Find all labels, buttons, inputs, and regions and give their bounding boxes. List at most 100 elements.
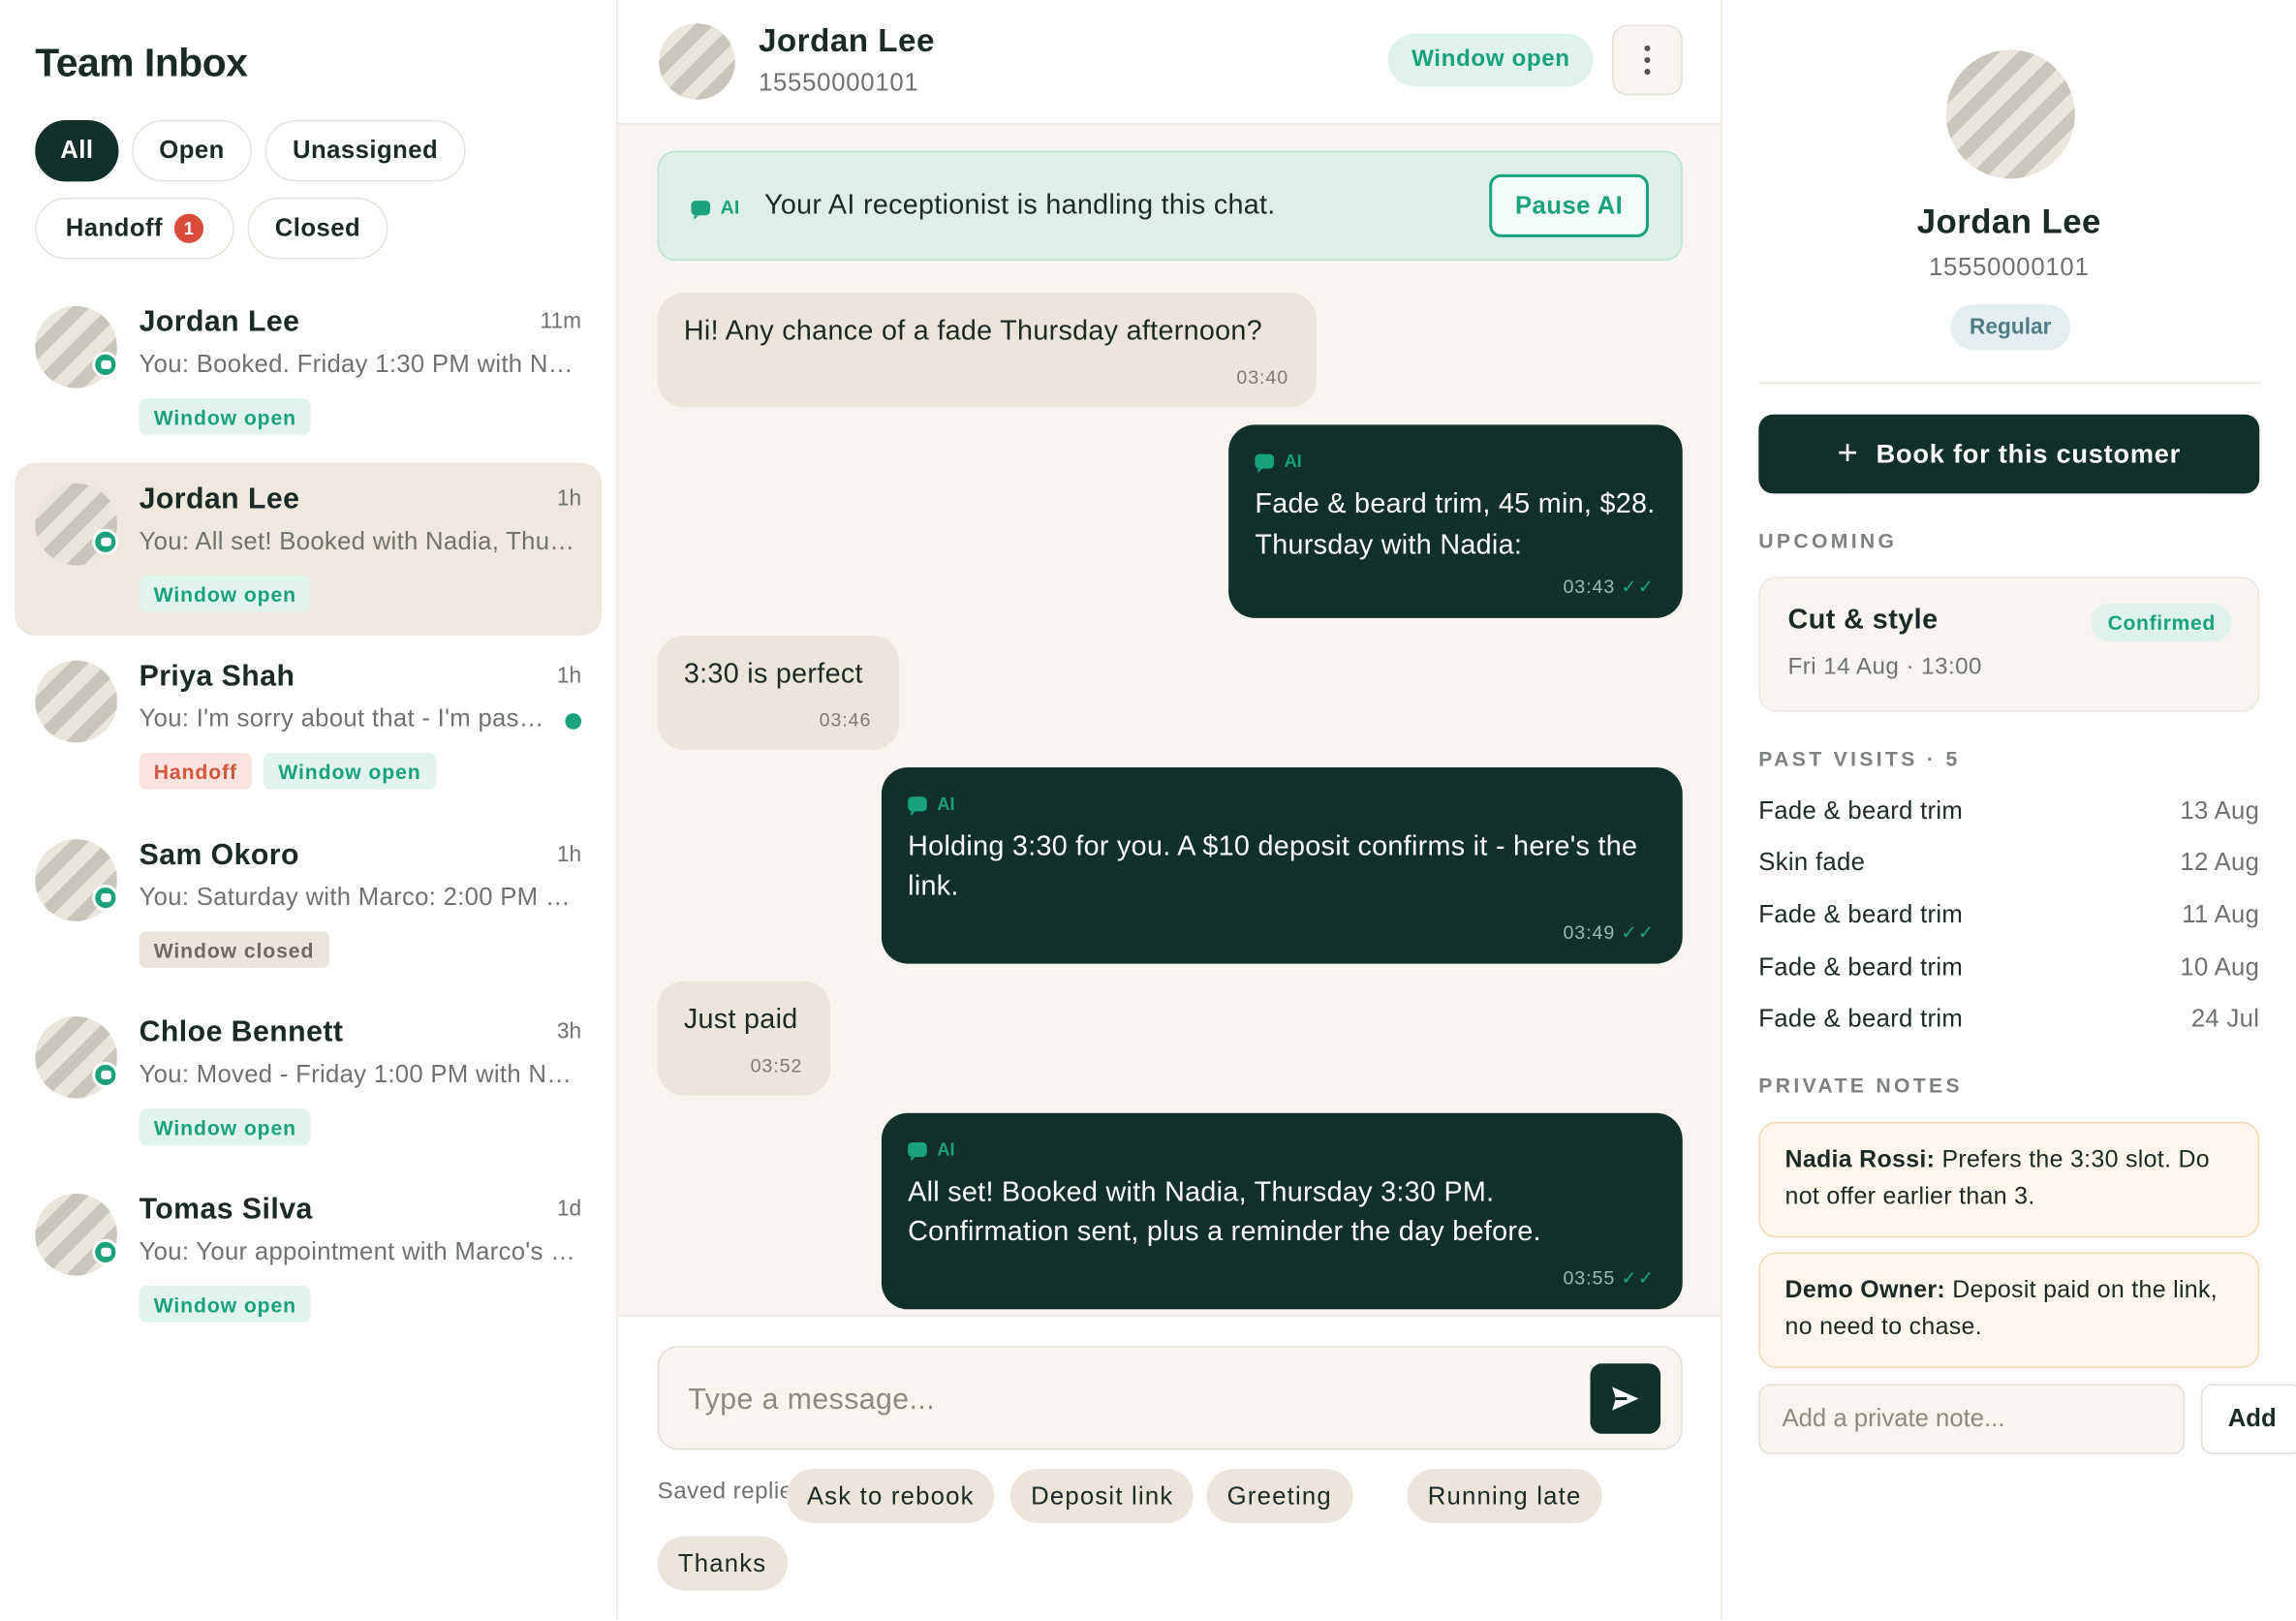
pause-ai-button[interactable]: Pause AI bbox=[1489, 173, 1649, 237]
message-incoming: Hi! Any chance of a fade Thursday aftern… bbox=[657, 293, 1317, 408]
filter-open[interactable]: Open bbox=[132, 119, 252, 182]
avatar bbox=[35, 660, 117, 743]
past-visit-row: Fade & beard trim 24 Jul bbox=[1758, 1004, 2260, 1033]
message-input[interactable] bbox=[685, 1373, 1570, 1427]
conversation-time: 3h bbox=[556, 1019, 582, 1044]
message-time: 03:46 bbox=[819, 708, 872, 732]
whatsapp-icon bbox=[92, 351, 119, 378]
private-notes-label: PRIVATE NOTES bbox=[1758, 1073, 1963, 1098]
unread-dot-icon bbox=[565, 713, 582, 730]
chat-bubble-icon bbox=[908, 1141, 927, 1162]
chat-panel: Jordan Lee 15550000101 Window open AI Yo… bbox=[617, 0, 1722, 1621]
chat-contact-name: Jordan Lee bbox=[758, 21, 935, 59]
note-author: Nadia Rossi: bbox=[1784, 1146, 1936, 1173]
ai-tag: AI bbox=[1284, 451, 1302, 472]
private-note: Demo Owner: Deposit paid on the link, no… bbox=[1758, 1252, 2260, 1368]
conversation-item[interactable]: Priya Shah 1h You: I'm sorry about that … bbox=[15, 640, 602, 813]
conversation-item[interactable]: Chloe Bennett 3h You: Moved - Friday 1:0… bbox=[15, 996, 602, 1169]
saved-reply-chip[interactable]: Greeting bbox=[1206, 1469, 1353, 1523]
plus-icon: + bbox=[1837, 433, 1859, 474]
chat-header: Jordan Lee 15550000101 Window open bbox=[617, 0, 1722, 125]
window-status-tag: Window open bbox=[139, 576, 312, 612]
conversation-item[interactable]: Sam Okoro 1h You: Saturday with Marco: 2… bbox=[15, 819, 602, 991]
add-note-button[interactable]: Add bbox=[2200, 1384, 2296, 1454]
window-status-tag: Window open bbox=[139, 1108, 312, 1145]
profile-phone: 15550000101 bbox=[1928, 253, 2090, 282]
conversation-name: Jordan Lee bbox=[139, 305, 300, 339]
private-note-input[interactable] bbox=[1758, 1384, 2186, 1454]
conversation-name: Jordan Lee bbox=[139, 483, 300, 516]
conversation-preview: You: I'm sorry about that - I'm passing … bbox=[139, 704, 549, 733]
filter-unassigned[interactable]: Unassigned bbox=[264, 119, 466, 182]
whatsapp-icon bbox=[92, 1061, 119, 1089]
saved-reply-chip[interactable]: Thanks bbox=[657, 1536, 788, 1591]
read-receipt-icon: ✓✓ bbox=[1621, 1266, 1655, 1290]
ai-receptionist-banner: AI Your AI receptionist is handling this… bbox=[657, 150, 1683, 262]
past-visit-row: Fade & beard trim 13 Aug bbox=[1758, 796, 2260, 825]
past-visits-label: PAST VISITS · 5 bbox=[1758, 746, 1961, 771]
message-text: 3:30 is perfect bbox=[683, 659, 863, 690]
whatsapp-icon bbox=[92, 528, 119, 555]
conversation-item-selected[interactable]: Jordan Lee 1h You: All set! Booked with … bbox=[15, 462, 603, 636]
customer-segment-badge: Regular bbox=[1950, 304, 2071, 351]
message-text: Just paid bbox=[683, 1004, 798, 1036]
window-status-tag: Window closed bbox=[139, 931, 329, 969]
message-incoming: 3:30 is perfect 03:46 bbox=[657, 635, 900, 750]
filter-all[interactable]: All bbox=[35, 119, 119, 182]
message-text: All set! Booked with Nadia, Thursday 3:3… bbox=[908, 1177, 1541, 1248]
conversation-name: Priya Shah bbox=[139, 660, 295, 693]
message-time: 03:40 bbox=[1236, 365, 1289, 389]
message-text: Holding 3:30 for you. A $10 deposit conf… bbox=[908, 831, 1638, 903]
conversation-time: 1h bbox=[556, 663, 582, 689]
book-for-customer-button[interactable]: + Book for this customer bbox=[1758, 414, 2260, 494]
handoff-count-badge: 1 bbox=[174, 213, 204, 243]
inbox-sidebar: Team Inbox All Open Unassigned Handoff 1… bbox=[0, 0, 618, 1620]
avatar bbox=[659, 23, 735, 100]
chat-bubble-icon bbox=[908, 796, 927, 816]
past-visit-row: Skin fade 12 Aug bbox=[1758, 848, 2260, 876]
ai-tag: AI bbox=[720, 196, 740, 219]
divider bbox=[1758, 382, 2261, 385]
whatsapp-icon bbox=[92, 884, 119, 912]
message-time: 03:49 bbox=[1563, 920, 1616, 944]
note-author: Demo Owner: bbox=[1784, 1277, 1945, 1304]
appointment-service: Cut & style bbox=[1787, 605, 1939, 636]
status-badge: Confirmed bbox=[2092, 603, 2232, 642]
conversation-preview: You: Booked. Friday 1:30 PM with Nadia bbox=[139, 350, 579, 378]
message-text: Hi! Any chance of a fade Thursday aftern… bbox=[683, 316, 1262, 348]
profile-name: Jordan Lee bbox=[1916, 202, 2101, 240]
message-incoming: Just paid 03:52 bbox=[657, 981, 831, 1096]
read-receipt-icon: ✓✓ bbox=[1621, 576, 1655, 598]
conversation-name: Tomas Silva bbox=[139, 1193, 313, 1227]
past-visit-row: Fade & beard trim 11 Aug bbox=[1758, 900, 2260, 929]
filter-closed[interactable]: Closed bbox=[247, 198, 388, 260]
upcoming-label: UPCOMING bbox=[1758, 528, 1898, 552]
filter-handoff[interactable]: Handoff 1 bbox=[35, 198, 234, 260]
inbox-title: Team Inbox bbox=[35, 41, 248, 85]
conversation-item[interactable]: Jordan Lee 11m You: Booked. Friday 1:30 … bbox=[15, 286, 602, 458]
conversation-item[interactable]: Tomas Silva 1d You: Your appointment wit… bbox=[15, 1173, 602, 1346]
send-icon bbox=[1612, 1387, 1639, 1411]
upcoming-appointment-card[interactable]: Cut & style Fri 14 Aug · 13:00 Confirmed bbox=[1758, 577, 2260, 712]
message-outgoing: AI Holding 3:30 for you. A $10 deposit c… bbox=[881, 767, 1683, 964]
saved-reply-chip[interactable]: Ask to rebook bbox=[786, 1469, 995, 1523]
saved-reply-chip[interactable]: Deposit link bbox=[1009, 1469, 1195, 1523]
send-button[interactable] bbox=[1590, 1363, 1661, 1434]
conversation-time: 1d bbox=[556, 1196, 582, 1222]
saved-reply-chip[interactable]: Running late bbox=[1407, 1469, 1602, 1523]
message-outgoing: AI Fade & beard trim, 45 min, $28. Thurs… bbox=[1228, 424, 1683, 618]
conversation-time: 1h bbox=[556, 842, 582, 867]
composer-area: Saved replies: Ask to rebook Deposit lin… bbox=[617, 1315, 1722, 1621]
composer bbox=[657, 1346, 1683, 1450]
message-time: 03:43 bbox=[1563, 576, 1616, 598]
conversation-time: 11m bbox=[540, 308, 582, 334]
conversation-name: Chloe Bennett bbox=[139, 1015, 344, 1049]
window-status-badge: Window open bbox=[1387, 33, 1594, 87]
past-visit-row: Fade & beard trim 10 Aug bbox=[1758, 952, 2260, 982]
private-note: Nadia Rossi: Prefers the 3:30 slot. Do n… bbox=[1758, 1121, 2260, 1238]
window-status-tag: Window open bbox=[139, 1286, 312, 1323]
whatsapp-icon bbox=[92, 1238, 119, 1265]
kebab-menu-icon[interactable] bbox=[1612, 24, 1683, 96]
conversation-name: Sam Okoro bbox=[139, 839, 299, 872]
message-text: Fade & beard trim, 45 min, $28. Thursday… bbox=[1255, 488, 1656, 561]
